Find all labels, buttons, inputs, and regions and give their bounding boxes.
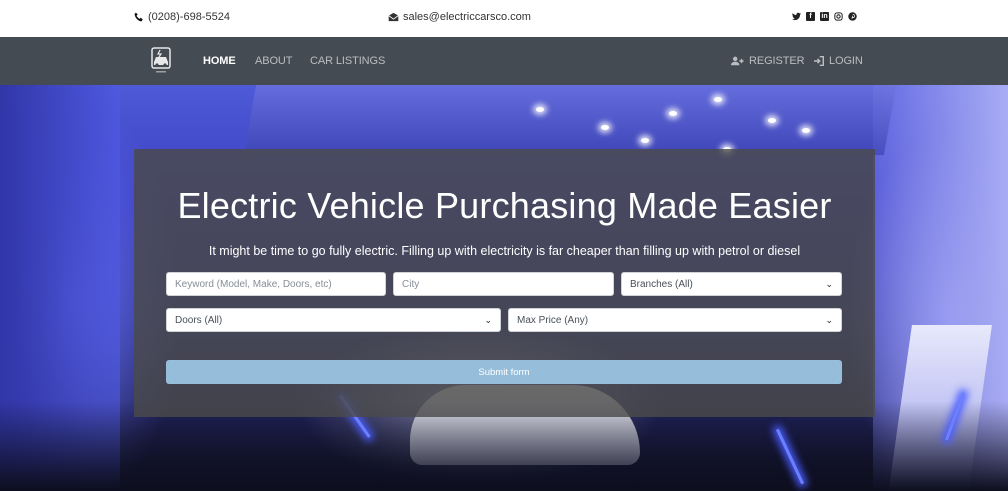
chevron-down-icon: ⌄ [484,314,492,325]
login-link[interactable]: LOGIN [813,55,863,67]
hero-section: Electric Vehicle Purchasing Made Easier … [0,85,1008,491]
ceiling-light [714,97,722,102]
city-input[interactable] [402,278,605,290]
max-price-select[interactable]: Max Price (Any) ⌄ [508,308,842,332]
doors-select-value: Doors (All) [175,314,223,326]
linkedin-icon[interactable]: in [820,12,829,21]
car-logo-icon[interactable] [148,46,174,76]
main-navbar: HOME ABOUT CAR LISTINGS REGISTER LOGIN [0,37,1008,85]
nav-home-link[interactable]: HOME [203,55,236,67]
ceiling-light [641,138,649,143]
social-links: f in [792,12,857,21]
chevron-down-icon: ⌄ [825,278,833,289]
hero-title: Electric Vehicle Purchasing Made Easier [177,185,832,226]
search-panel: Electric Vehicle Purchasing Made Easier … [134,149,875,417]
instagram-icon[interactable] [834,12,843,21]
max-price-select-value: Max Price (Any) [517,314,589,326]
ceiling-light [536,107,544,112]
pinterest-icon[interactable] [848,12,857,21]
phone-contact[interactable]: (0208)-698-5524 [134,11,230,23]
email-contact[interactable]: sales@electriccarsco.com [388,11,531,23]
envelope-icon [388,12,399,22]
ceiling-light [601,125,609,130]
city-field[interactable] [393,272,614,296]
branches-select[interactable]: Branches (All) ⌄ [621,272,842,296]
email-address: sales@electriccarsco.com [403,11,531,23]
ceiling-light [669,111,677,116]
hero-subtitle: It might be time to go fully electric. F… [208,244,801,258]
facebook-icon[interactable]: f [806,12,815,21]
phone-icon [134,12,143,22]
ceiling-light [802,128,810,133]
phone-number: (0208)-698-5524 [148,11,230,23]
sign-in-icon [814,56,824,66]
showroom-ceiling [243,85,897,155]
ceiling-light [768,118,776,123]
nav-about-link[interactable]: ABOUT [255,55,293,67]
login-label: LOGIN [829,55,863,67]
top-info-bar: (0208)-698-5524 sales@electriccarsco.com… [0,0,1008,37]
register-link[interactable]: REGISTER [731,55,805,67]
chevron-down-icon: ⌄ [825,314,833,325]
user-plus-icon [731,56,744,66]
twitter-icon[interactable] [792,12,801,21]
submit-form-button[interactable]: Submit form [166,360,842,384]
nav-car-listings-link[interactable]: CAR LISTINGS [310,55,385,67]
register-label: REGISTER [749,55,805,67]
keyword-field[interactable] [166,272,386,296]
keyword-input[interactable] [175,278,377,290]
doors-select[interactable]: Doors (All) ⌄ [166,308,501,332]
branches-select-value: Branches (All) [630,278,693,290]
